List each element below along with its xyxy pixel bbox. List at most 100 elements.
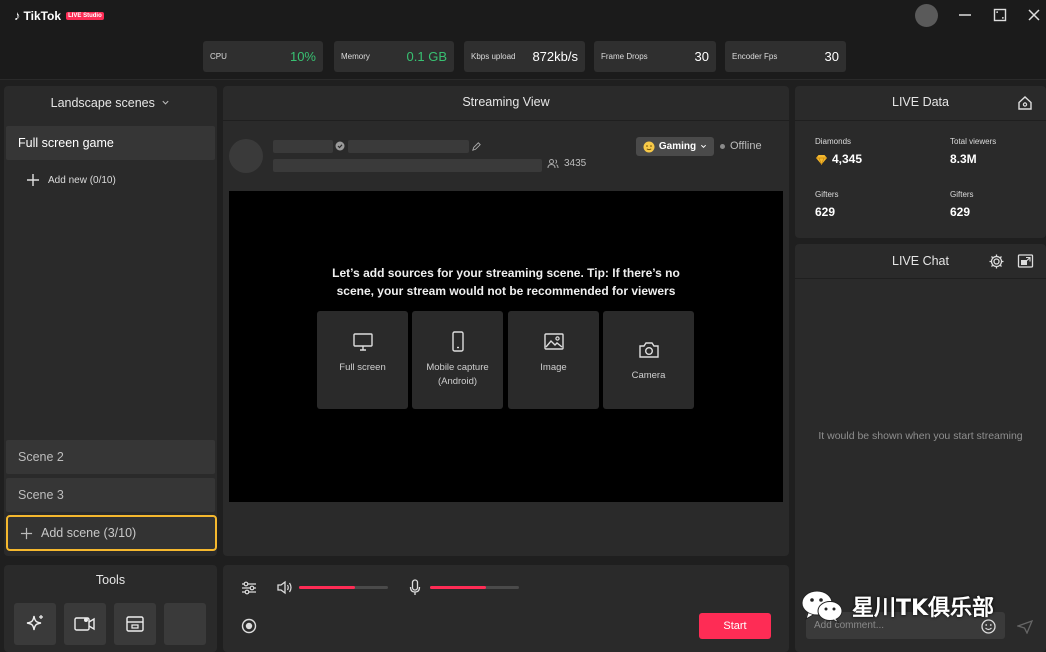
add-source-label: Add new (0/10) (48, 174, 116, 186)
scene-item[interactable]: Scene 2 (6, 440, 215, 474)
chevron-down-icon (162, 100, 169, 105)
live-chat-title: LIVE Chat (892, 254, 949, 268)
tools-panel: Tools (4, 565, 217, 652)
add-scene-label: Add scene (3/10) (41, 526, 137, 540)
scenes-header[interactable]: Landscape scenes (4, 96, 217, 110)
tool-layout[interactable] (114, 603, 156, 645)
metric-value: 629 (815, 205, 836, 219)
tool-empty-slot[interactable] (164, 603, 206, 645)
maximize-button[interactable] (988, 4, 1012, 26)
app-logo: ♪ TikTok LIVE Studio (14, 8, 104, 23)
wechat-logo-icon (801, 590, 843, 624)
speaker-volume-slider[interactable] (299, 586, 388, 589)
metric-value: 629 (950, 205, 971, 219)
divider (795, 120, 1046, 121)
metric-label: Diamonds (815, 137, 852, 146)
phone-icon (451, 331, 464, 352)
mic-volume-slider[interactable] (430, 586, 519, 589)
diamond-icon (816, 154, 827, 165)
stream-controls-panel: Start (223, 565, 789, 652)
divider (795, 278, 1046, 279)
stat-encoder-fps: Encoder Fps 30 (725, 41, 846, 72)
stat-label: Memory (341, 52, 370, 61)
close-icon (1028, 9, 1040, 21)
start-stream-button[interactable]: Start (699, 613, 771, 639)
home-icon[interactable] (1017, 95, 1033, 111)
minimize-icon (959, 14, 971, 16)
popout-chat-icon[interactable] (1017, 253, 1034, 269)
source-label: Image (540, 362, 567, 373)
streaming-view-title: Streaming View (462, 95, 550, 109)
stat-cpu: CPU 10% (203, 41, 323, 72)
viewer-count: 3435 (547, 158, 586, 169)
scenes-panel: Landscape scenes Full screen game Add ne… (4, 86, 217, 556)
speaker-volume-fill (299, 586, 356, 589)
user-avatar[interactable] (915, 4, 938, 27)
settings-sliders-icon[interactable] (241, 581, 257, 595)
add-scene-button[interactable]: Add scene (3/10) (6, 515, 217, 551)
scene-item[interactable]: Full screen game (6, 126, 215, 160)
gear-icon[interactable] (988, 253, 1005, 270)
scene-item[interactable]: Scene 3 (6, 478, 215, 512)
stat-label: CPU (210, 52, 227, 61)
tool-effects[interactable] (14, 603, 56, 645)
edit-pencil-icon (472, 142, 481, 151)
stream-status: Offline (720, 140, 762, 152)
username-placeholder (273, 140, 333, 153)
layout-icon (126, 616, 144, 632)
plus-icon (27, 174, 39, 186)
source-label: Full screen (339, 362, 386, 373)
monitor-icon (352, 333, 373, 351)
stat-value: 872kb/s (532, 49, 578, 64)
minimize-button[interactable] (953, 4, 977, 26)
add-source-button[interactable]: Add new (0/10) (26, 173, 116, 187)
preview-canvas[interactable]: Let’s add sources for your streaming sce… (229, 191, 783, 502)
live-data-title: LIVE Data (892, 95, 949, 109)
stat-memory: Memory 0.1 GB (334, 41, 454, 72)
stat-label: Frame Drops (601, 52, 648, 61)
category-dropdown[interactable]: Gaming (636, 137, 714, 156)
record-icon[interactable] (241, 618, 257, 634)
video-camera-icon (74, 617, 95, 631)
mic-volume-fill (430, 586, 487, 589)
stat-frame-drops: Frame Drops 30 (594, 41, 716, 72)
app-name: TikTok (23, 8, 62, 23)
stat-label: Kbps upload (471, 52, 516, 61)
metric-label: Total viewers (950, 137, 997, 146)
stat-label: Encoder Fps (732, 52, 778, 61)
sparkle-icon (26, 615, 43, 631)
viewers-icon (547, 159, 559, 169)
source-label: Camera (631, 370, 666, 381)
viewer-count-value: 3435 (564, 158, 587, 169)
source-full-screen[interactable]: Full screen (317, 311, 408, 409)
metric-value: 4,345 (832, 152, 863, 166)
speaker-icon[interactable] (276, 580, 293, 595)
tool-camera[interactable] (64, 603, 106, 645)
stat-upload: Kbps upload 872kb/s (464, 41, 585, 72)
category-label: Gaming (658, 141, 697, 152)
stream-status-label: Offline (730, 140, 762, 152)
source-image[interactable]: Image (508, 311, 599, 409)
source-mobile-capture[interactable]: Mobile capture (Android) (412, 311, 503, 409)
status-dot (720, 143, 725, 149)
live-data-panel: LIVE Data Diamonds 4,345 Total viewers 8… (795, 86, 1046, 238)
stat-value: 10% (289, 49, 316, 64)
streaming-view-panel: Streaming View 3435 Gaming Offline Let’s… (223, 86, 789, 556)
empty-scene-tip: Let’s add sources for your streaming sce… (332, 266, 680, 298)
title-bar: ♪ TikTok LIVE Studio (0, 0, 1046, 32)
tools-title: Tools (95, 573, 126, 587)
source-camera[interactable]: Camera (603, 311, 694, 409)
plus-icon (20, 527, 33, 539)
scenes-header-label: Landscape scenes (50, 96, 155, 110)
maximize-icon (993, 8, 1007, 22)
microphone-icon[interactable] (409, 579, 421, 596)
metric-diamonds: 4,345 (815, 152, 862, 166)
stream-title-placeholder (348, 140, 469, 153)
close-button[interactable] (1022, 4, 1046, 26)
watermark: 星川TK俱乐部 (800, 588, 994, 624)
metric-label: Gifters (815, 190, 839, 199)
send-icon[interactable] (1017, 620, 1033, 634)
app-badge: LIVE Studio (66, 11, 104, 20)
watermark-text: 星川TK俱乐部 (852, 596, 995, 621)
chat-empty-message: It would be shown when you start streami… (818, 430, 1023, 442)
